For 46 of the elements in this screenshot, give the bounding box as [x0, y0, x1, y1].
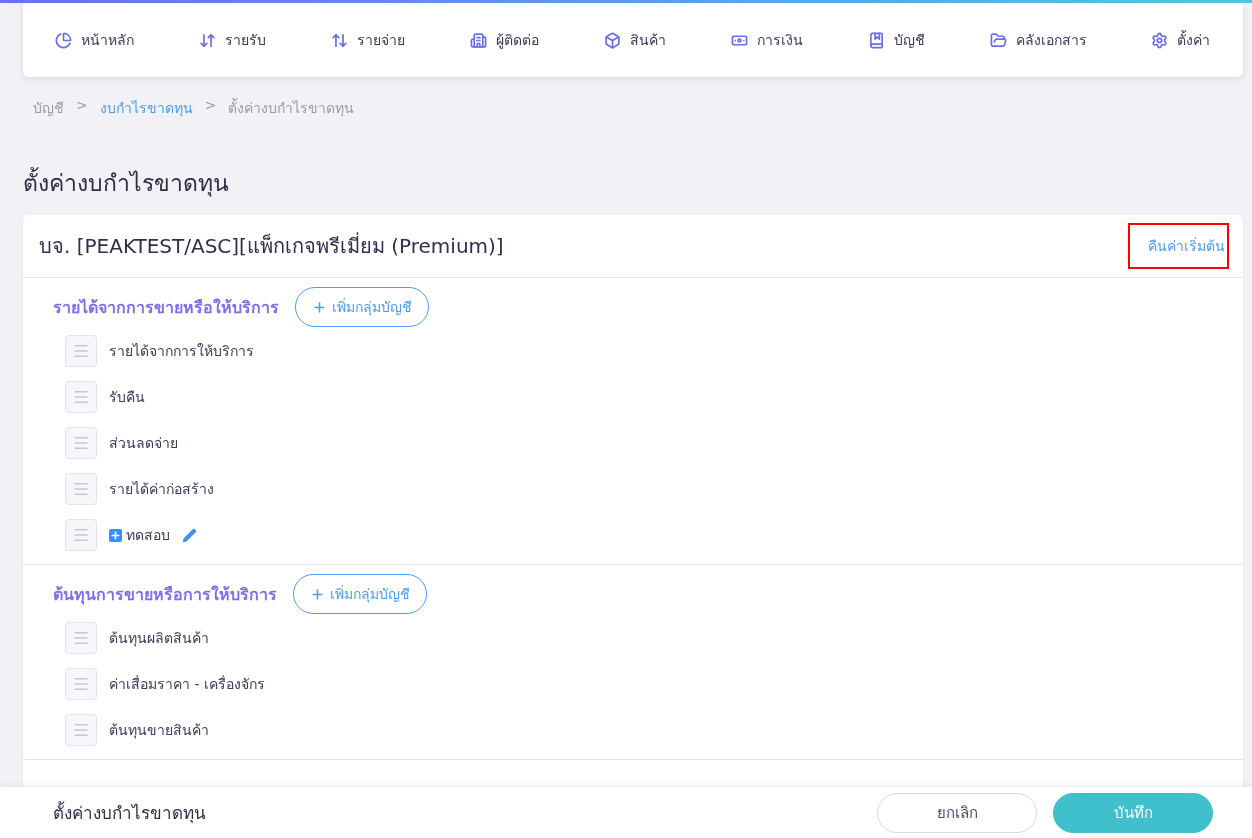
- account-item: ต้นทุนขายสินค้า: [109, 721, 209, 741]
- drag-handle[interactable]: [65, 427, 97, 459]
- nav-item[interactable]: บัญชี: [867, 29, 925, 51]
- account-item: รับคืน: [109, 388, 145, 407]
- footer-title: ตั้งค่างบกำไรขาดทุน: [53, 800, 207, 826]
- edit-icon[interactable]: [182, 527, 197, 543]
- breadcrumb-item: บัญชี: [33, 99, 64, 118]
- nav-item[interactable]: ผู้ติดต่อ: [470, 29, 540, 51]
- account-item: รายได้จากการให้บริการ: [109, 342, 254, 361]
- account-item: ต้นทุนผลิตสินค้า: [109, 629, 209, 649]
- nav-item[interactable]: ตั้งค่า: [1151, 29, 1211, 51]
- company-title: บจ. [PEAKTEST/ASC][แพ็กเกจพรีเมี่ยม (Premium)]: [39, 231, 504, 260]
- drag-handle[interactable]: [65, 668, 97, 700]
- breadcrumb-item: ตั้งค่างบกำไรขาดทุน: [228, 97, 355, 119]
- book-icon: [867, 31, 885, 49]
- drag-handle[interactable]: [65, 473, 97, 505]
- breadcrumb-separator: >: [204, 97, 217, 115]
- account-item: ทดสอบ: [126, 526, 170, 545]
- breadcrumb-separator: >: [76, 97, 88, 115]
- nav-item[interactable]: หน้าหลัก: [55, 29, 135, 51]
- drag-handle[interactable]: [65, 335, 97, 367]
- account-item: ส่วนลดจ่าย: [109, 434, 178, 453]
- group-title: รายได้จากการขายหรือให้บริการ: [53, 296, 279, 319]
- nav-item[interactable]: สินค้า: [603, 29, 666, 51]
- folder-icon: [989, 31, 1007, 49]
- cancel-button[interactable]: ยกเลิก: [877, 792, 1037, 833]
- box-icon: [603, 31, 621, 49]
- drag-handle[interactable]: [65, 519, 97, 551]
- nav-item[interactable]: การเงิน: [730, 29, 803, 51]
- settings-icon: [1151, 31, 1169, 49]
- drag-handle[interactable]: [65, 381, 97, 413]
- sort-icon: [331, 31, 349, 49]
- plus-icon: [310, 586, 325, 602]
- group-title: ต้นทุนการขายหรือการให้บริการ: [53, 583, 277, 607]
- chart-icon: [55, 31, 73, 49]
- account-item: ค่าเสื่อมราคา - เครื่องจักร: [109, 674, 265, 694]
- drag-handle[interactable]: [65, 714, 97, 746]
- building-icon: [470, 31, 488, 49]
- sort-icon: [199, 31, 217, 49]
- nav-item[interactable]: รายรับ: [199, 29, 267, 51]
- page-title: ตั้งค่างบกำไรขาดทุน: [23, 165, 1243, 201]
- nav-item[interactable]: รายจ่าย: [331, 29, 406, 51]
- account-item: รายได้ค่าก่อสร้าง: [109, 480, 214, 499]
- drag-handle[interactable]: [65, 622, 97, 654]
- plus-icon: [312, 299, 327, 315]
- nav-item[interactable]: คลังเอกสาร: [989, 29, 1087, 51]
